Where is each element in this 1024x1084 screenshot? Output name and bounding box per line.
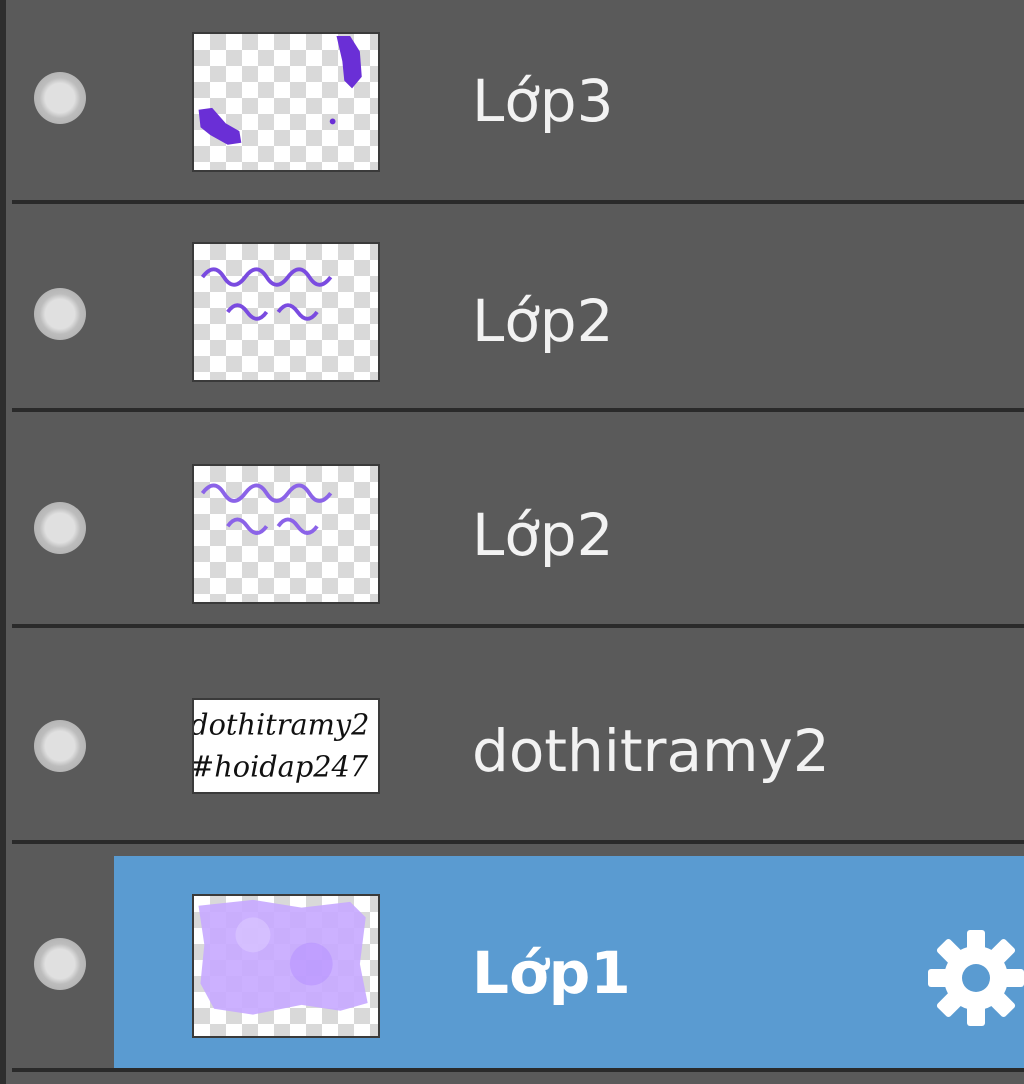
layer-thumbnail: dothitramy2 #hoidap247 bbox=[192, 698, 380, 794]
black-text-thumbnail: dothitramy2 #hoidap247 bbox=[194, 708, 369, 784]
visibility-dot-icon[interactable] bbox=[34, 502, 86, 554]
visibility-dot-icon[interactable] bbox=[34, 288, 86, 340]
layer-name: Lớp2 bbox=[472, 287, 614, 355]
layer-name: Lớp3 bbox=[472, 67, 614, 135]
thumb-text-line-1: dothitramy2 bbox=[194, 708, 369, 742]
layer-row-lop1[interactable]: Lớp1 bbox=[12, 856, 1024, 1072]
layer-thumbnail bbox=[192, 32, 380, 172]
visibility-dot-icon[interactable] bbox=[34, 938, 86, 990]
visibility-dot-icon[interactable] bbox=[34, 720, 86, 772]
purple-script-thumbnail bbox=[200, 483, 333, 535]
gear-icon[interactable] bbox=[926, 928, 1024, 1028]
purple-script-thumbnail bbox=[200, 267, 333, 321]
lavender-fill-thumbnail bbox=[198, 899, 368, 1015]
purple-blotches-thumbnail bbox=[198, 35, 362, 145]
layer-thumbnail bbox=[192, 464, 380, 604]
layer-row-dothitramy2[interactable]: dothitramy2 #hoidap247 dothitramy2 bbox=[12, 640, 1024, 844]
layers-panel: Lớp3 Lớp2 Lớp2 dothitramy2 #hoidap247 do… bbox=[0, 0, 1024, 1084]
layer-row-lop3-top[interactable]: Lớp3 bbox=[12, 0, 1024, 204]
layer-row-lop2-a[interactable]: Lớp2 bbox=[12, 208, 1024, 412]
thumb-text-line-2: #hoidap247 bbox=[194, 750, 369, 784]
layer-row-lop2-b[interactable]: Lớp2 bbox=[12, 424, 1024, 628]
layer-name: Lớp1 bbox=[472, 939, 631, 1007]
layer-name: dothitramy2 bbox=[472, 717, 830, 785]
layer-thumbnail bbox=[192, 242, 380, 382]
visibility-dot-icon[interactable] bbox=[34, 72, 86, 124]
layer-name: Lớp2 bbox=[472, 501, 614, 569]
layer-thumbnail bbox=[192, 894, 380, 1038]
